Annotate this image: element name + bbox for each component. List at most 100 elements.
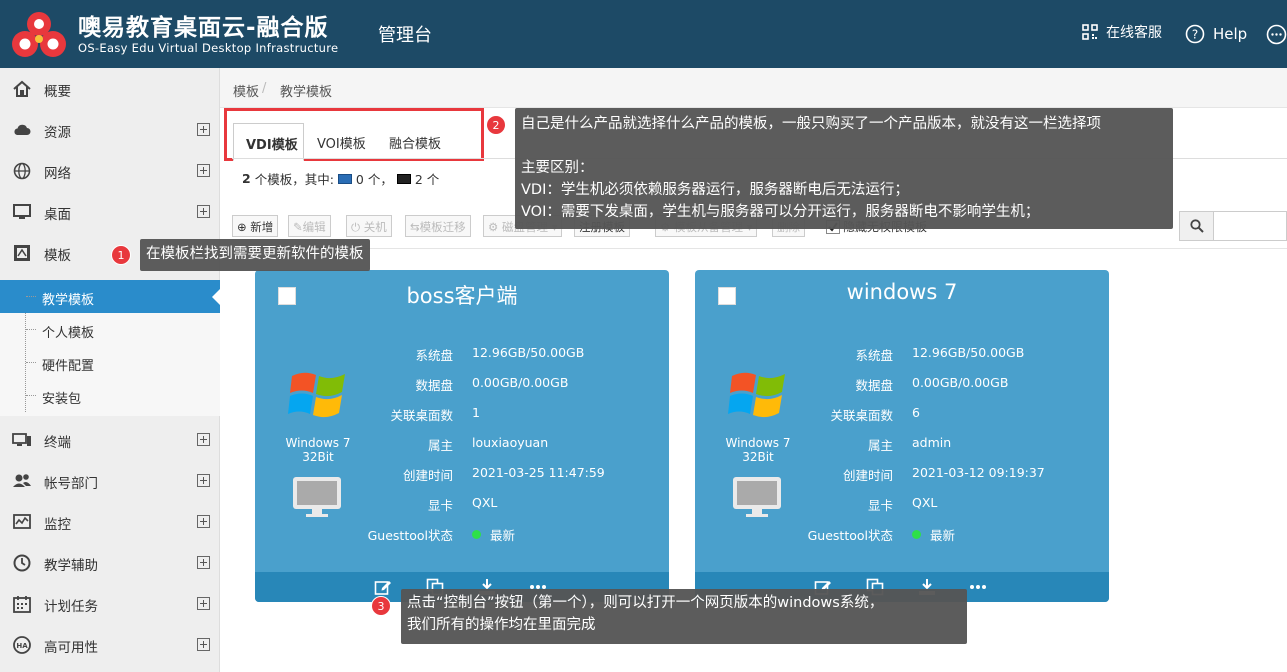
shutdown-button[interactable]: ⏻ 关机: [346, 215, 392, 237]
osease-logo-icon: [12, 12, 66, 57]
new-button[interactable]: ⊕ 新增: [232, 215, 279, 237]
annotation-badge-1: 1: [111, 245, 131, 265]
home-icon: [13, 80, 31, 97]
sidebar-item-label: 监控: [44, 517, 71, 533]
sidebar-item-label: 高可用性: [44, 640, 98, 656]
console-edit-icon[interactable]: [374, 578, 392, 596]
sidebar-item-label: 教学辅助: [44, 558, 98, 574]
sidebar-item-label: 终端: [44, 435, 71, 451]
submenu-label: 硬件配置: [42, 359, 95, 374]
annotation-tip-2: 自己是什么产品就选择什么产品的模板，一般只购买了一个产品版本，就没有这一栏选择项…: [515, 108, 1173, 229]
power-icon: ⏻: [351, 220, 361, 234]
submenu-label: 个人模板: [42, 326, 95, 341]
tab-fusion-template[interactable]: 融合模板: [382, 123, 462, 161]
sidebar-item-label: 网络: [44, 166, 71, 182]
edit-button[interactable]: ✎编辑: [288, 215, 331, 237]
tab-vdi-template[interactable]: VDI模板: [233, 123, 304, 161]
card-row-data-disk: 数据盘 0.00GB/0.00GB: [855, 375, 1009, 393]
sidebar-item-label: 概要: [44, 84, 71, 100]
submenu-item-install-package[interactable]: 安装包: [0, 379, 220, 412]
template-summary: 2 个模板，其中: 0 个， 2 个: [242, 169, 439, 188]
sidebar-item-network[interactable]: 网络: [0, 150, 220, 191]
sidebar-item-accounts[interactable]: 帐号部门: [0, 460, 220, 501]
card-row-system-disk: 系统盘 12.96GB/50.00GB: [855, 345, 1025, 363]
users-icon: [13, 474, 31, 487]
annotation-tip-3: 点击“控制台”按钮（第一个），则可以打开一个网页版本的windows系统， 我们…: [401, 589, 967, 644]
voi-count: 2 个: [414, 172, 440, 187]
card-title: windows 7: [846, 280, 958, 304]
more-circle-icon[interactable]: [1266, 24, 1287, 45]
sidebar-item-teaching-aid[interactable]: 教学辅助: [0, 542, 220, 583]
clock-icon: [13, 554, 31, 572]
expand-icon[interactable]: [197, 123, 210, 136]
expand-icon[interactable]: [197, 205, 210, 218]
summary-text: 个模板，其中:: [254, 172, 334, 187]
card-row-desktop-count: 关联桌面数 1: [390, 405, 480, 423]
sidebar-item-desktop[interactable]: 桌面: [0, 191, 220, 232]
sidebar-item-scheduled-task[interactable]: 计划任务: [0, 583, 220, 624]
ha-icon: HA: [13, 636, 31, 654]
annotation-badge-2: 2: [486, 115, 506, 135]
migrate-button[interactable]: ⇆模板迁移: [405, 215, 471, 237]
desktop-icon: [13, 204, 31, 219]
online-support-link[interactable]: 在线客服: [1082, 22, 1162, 42]
submenu-item-hardware-config[interactable]: 硬件配置: [0, 346, 220, 379]
expand-icon[interactable]: [197, 556, 210, 569]
breadcrumb-item-template[interactable]: 模板: [233, 81, 259, 100]
brand-title: 噢易教育桌面云-融合版: [78, 15, 329, 41]
plus-circle-icon: ⊕: [237, 220, 247, 234]
terminal-icon: [12, 433, 31, 446]
card-row-desktop-count: 关联桌面数 6: [830, 405, 920, 423]
card-row-owner: 属主 louxiaoyuan: [427, 435, 549, 453]
card-row-guesttool: Guesttool状态 最新: [807, 528, 956, 543]
search-input[interactable]: [1179, 211, 1287, 241]
sidebar-item-label: 帐号部门: [44, 476, 98, 492]
card-row-created: 创建时间 2021-03-25 11:47:59: [402, 465, 605, 483]
sidebar-item-label: 计划任务: [44, 599, 98, 615]
sidebar-item-overview[interactable]: 概要: [0, 68, 220, 109]
app-header: 噢易教育桌面云-融合版 OS-Easy Edu Virtual Desktop …: [0, 0, 1287, 68]
search-icon: [1190, 219, 1204, 233]
breadcrumb-item-current: 教学模板: [280, 85, 333, 100]
tab-voi-template[interactable]: VOI模板: [309, 123, 379, 161]
online-support-label: 在线客服: [1106, 25, 1162, 41]
card-row-data-disk: 数据盘 0.00GB/0.00GB: [415, 375, 569, 393]
card-row-gpu: 显卡 QXL: [427, 495, 498, 513]
submenu-item-personal-template[interactable]: 个人模板: [0, 313, 220, 346]
monitor-chart-icon: [13, 514, 31, 529]
annotation-badge-3: 3: [371, 596, 391, 616]
sidebar-item-label: 模板: [44, 248, 71, 264]
template-card[interactable]: windows 7 Windows 7 32Bit 系统盘 12.96GB/50.0…: [695, 270, 1109, 602]
sidebar-item-monitor[interactable]: 监控: [0, 501, 220, 542]
annotation-tip-1: 在模板栏找到需要更新软件的模板: [140, 239, 370, 271]
template-tabs-highlight: VDI模板 VOI模板 融合模板: [224, 108, 484, 161]
template-count: 2: [242, 171, 251, 186]
expand-icon[interactable]: [197, 164, 210, 177]
submenu-item-teaching-template[interactable]: 教学模板: [0, 280, 220, 313]
search-button[interactable]: [1180, 212, 1214, 240]
breadcrumb: 模板 / 教学模板: [220, 68, 1287, 108]
expand-icon[interactable]: [197, 433, 210, 446]
tab-label: VDI模板: [246, 138, 298, 153]
template-card[interactable]: boss客户端 Windows 7 32Bit 系统盘 12.96GB/50.00G…: [255, 270, 669, 602]
expand-icon[interactable]: [197, 638, 210, 651]
submenu-label: 教学模板: [42, 293, 95, 308]
tab-label: 融合模板: [389, 137, 442, 152]
expand-icon[interactable]: [197, 474, 210, 487]
card-title: boss客户端: [406, 284, 518, 308]
sidebar-item-label: 桌面: [44, 207, 71, 223]
expand-icon[interactable]: [197, 597, 210, 610]
sidebar-item-terminal[interactable]: 终端: [0, 419, 220, 460]
submenu-label: 安装包: [42, 392, 82, 407]
sidebar-item-high-availability[interactable]: HA 高可用性: [0, 624, 220, 665]
expand-icon[interactable]: [197, 515, 210, 528]
tab-label: VOI模板: [317, 137, 366, 152]
card-row-owner: 属主 admin: [867, 435, 952, 453]
section-title: 管理台: [378, 25, 432, 46]
card-row-guesttool: Guesttool状态 最新: [367, 528, 516, 543]
sidebar-item-resource[interactable]: 资源: [0, 109, 220, 150]
calendar-icon: [13, 596, 31, 613]
card-row-created: 创建时间 2021-03-12 09:19:37: [842, 465, 1045, 483]
more-icon[interactable]: [969, 578, 987, 596]
help-link[interactable]: ? Help: [1185, 24, 1247, 44]
